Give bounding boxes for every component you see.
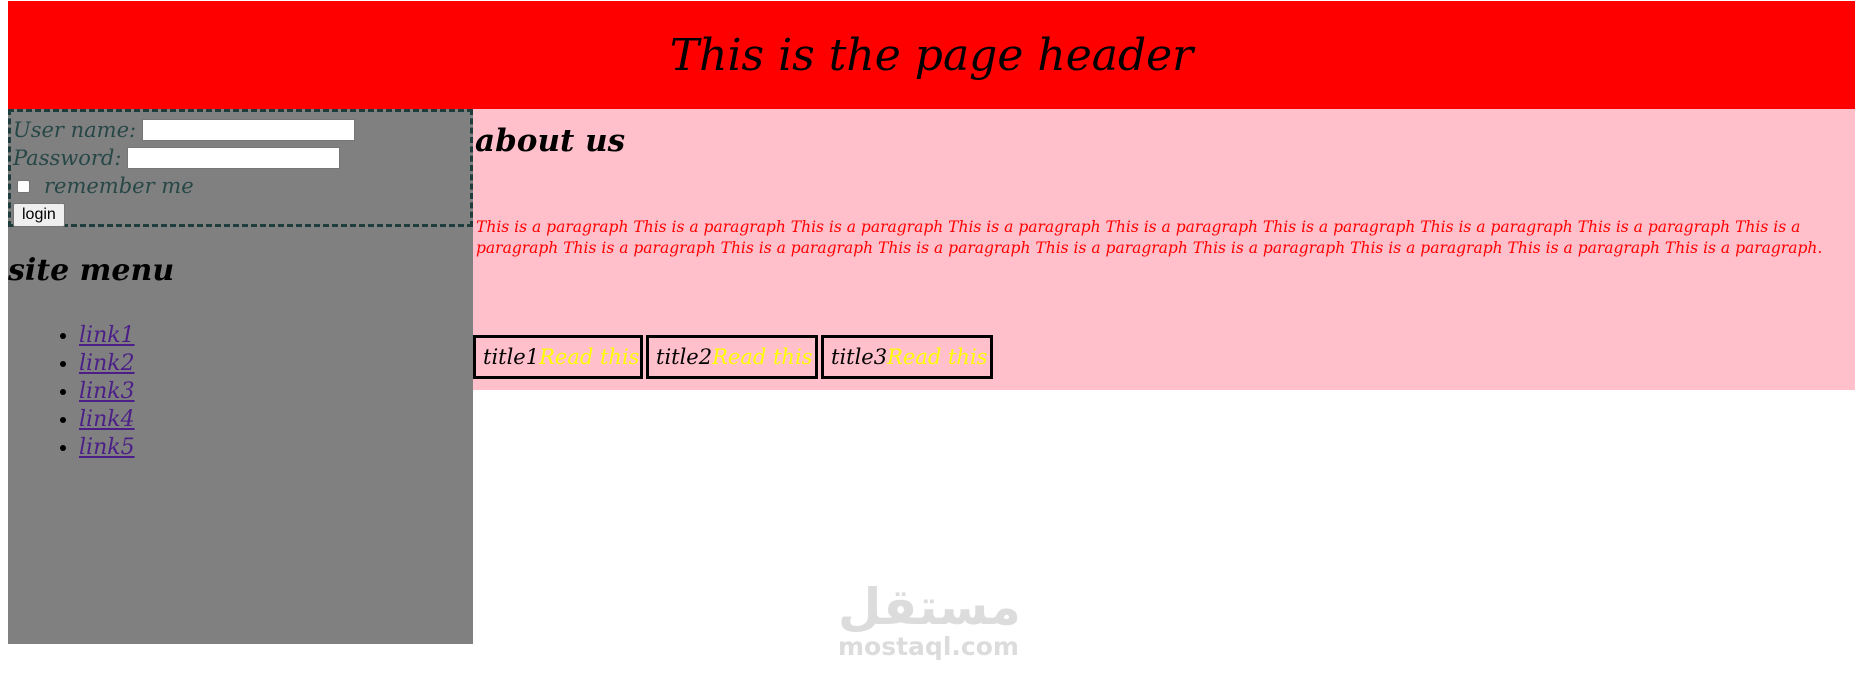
card-title: title1 bbox=[483, 345, 540, 369]
watermark-arabic: مستقل bbox=[838, 578, 1021, 636]
password-label: Password: bbox=[13, 146, 122, 170]
card-title: title3 bbox=[831, 345, 888, 369]
card-row: title1 Read this title2 Read this title3 Re… bbox=[473, 335, 993, 379]
list-item: link5 bbox=[79, 434, 473, 462]
read-this-link[interactable]: Read this bbox=[712, 345, 812, 369]
remember-checkbox[interactable] bbox=[17, 179, 30, 193]
card-title: title2 bbox=[656, 345, 713, 369]
password-input[interactable] bbox=[127, 147, 341, 169]
page-header: This is the page header bbox=[8, 1, 1855, 109]
menu-link-5[interactable]: link5 bbox=[79, 435, 135, 460]
list-item: link4 bbox=[79, 406, 473, 434]
main-content: about us This is a paragraph This is a p… bbox=[473, 109, 1855, 390]
username-row: User name: bbox=[13, 116, 468, 144]
list-item: link3 bbox=[79, 378, 473, 406]
remember-row: remember me bbox=[13, 172, 468, 200]
username-input[interactable] bbox=[142, 119, 356, 141]
sidebar: User name: Password: remember me login s… bbox=[8, 109, 473, 644]
login-form: User name: Password: remember me login bbox=[8, 109, 473, 227]
username-label: User name: bbox=[13, 118, 137, 142]
page: This is the page header User name: Passw… bbox=[8, 0, 1855, 644]
watermark-latin: mostaql.com bbox=[838, 632, 1019, 661]
list-item: link2 bbox=[79, 350, 473, 378]
menu-link-1[interactable]: link1 bbox=[79, 323, 135, 348]
menu-link-4[interactable]: link4 bbox=[79, 407, 135, 432]
card-1: title1 Read this bbox=[473, 335, 643, 379]
read-this-link[interactable]: Read this bbox=[887, 345, 987, 369]
password-row: Password: bbox=[13, 144, 468, 172]
site-menu-list: link1 link2 link3 link4 link5 bbox=[8, 322, 473, 462]
card-3: title3 Read this bbox=[821, 335, 993, 379]
about-title: about us bbox=[475, 123, 626, 159]
menu-link-3[interactable]: link3 bbox=[79, 379, 135, 404]
login-button[interactable]: login bbox=[13, 203, 65, 227]
remember-label: remember me bbox=[44, 174, 194, 198]
card-2: title2 Read this bbox=[646, 335, 818, 379]
site-menu-title: site menu bbox=[8, 253, 175, 288]
page-title: This is the page header bbox=[669, 29, 1194, 81]
about-paragraph: This is a paragraph This is a paragraph … bbox=[476, 218, 1823, 257]
menu-link-2[interactable]: link2 bbox=[79, 351, 135, 376]
mostaql-watermark: مستقل mostaql.com bbox=[838, 578, 1021, 661]
list-item: link1 bbox=[79, 322, 473, 350]
read-this-link[interactable]: Read this bbox=[539, 345, 639, 369]
